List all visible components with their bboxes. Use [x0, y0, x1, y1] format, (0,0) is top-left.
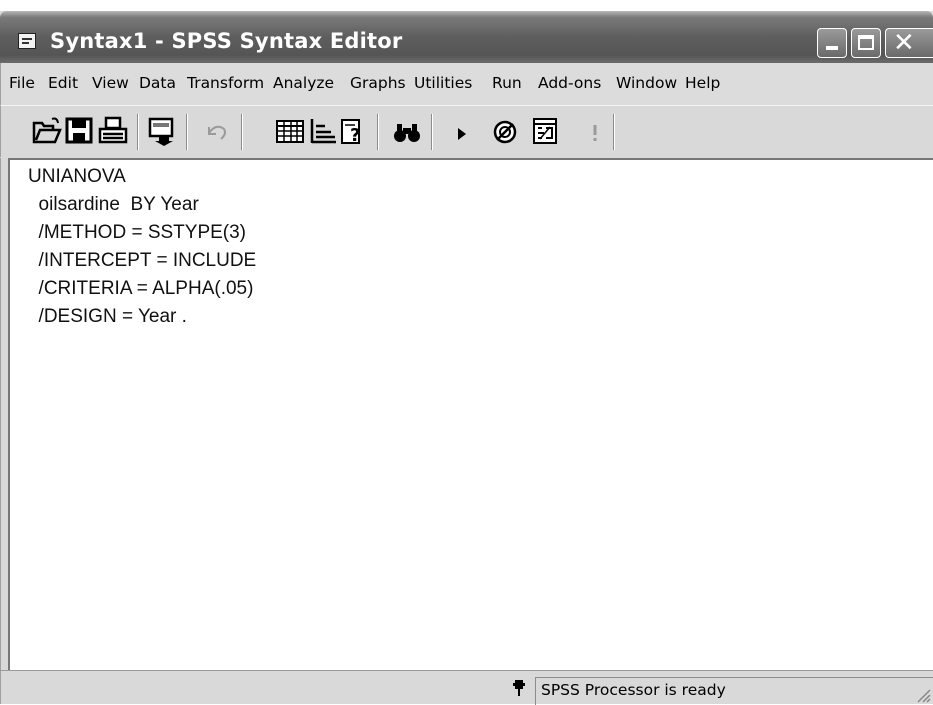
menu-help[interactable]: Help [685, 74, 720, 92]
menu-window[interactable]: Window [616, 74, 677, 92]
undo-icon [208, 125, 226, 140]
processor-status-icon [513, 680, 525, 696]
status-bar: SPSS Processor is ready [0, 670, 933, 705]
use-sets-button[interactable] [489, 115, 521, 147]
menu-run[interactable]: Run [492, 74, 522, 92]
window-title: Syntax1 - SPSS Syntax Editor [50, 29, 403, 53]
toolbar: ? [0, 105, 933, 157]
minimize-icon [826, 46, 838, 50]
print-icon [98, 116, 128, 144]
menu-edit[interactable]: Edit [48, 74, 78, 92]
syntax-editor-window: Syntax1 - SPSS Syntax Editor ✕ File Edit… [0, 0, 933, 705]
variables-button[interactable] [307, 115, 339, 147]
variables-icon [310, 119, 336, 144]
syntax-text-area[interactable]: UNIANOVA oilsardine BY Year /METHOD = SS… [8, 158, 933, 670]
find-button[interactable] [391, 115, 423, 147]
save-icon [65, 117, 93, 144]
menu-analyze[interactable]: Analyze [273, 74, 334, 92]
designate-window-icon [593, 125, 597, 141]
toolbar-separator [377, 114, 379, 150]
window-backdrop [0, 0, 933, 11]
menu-bar: File Edit View Data Transform Analyze Gr… [0, 63, 933, 105]
save-button[interactable] [64, 115, 96, 147]
syntax-dialog-icon [533, 118, 557, 144]
menu-add-ons[interactable]: Add-ons [538, 74, 601, 92]
menu-transform[interactable]: Transform [187, 74, 264, 92]
open-icon [32, 117, 62, 144]
syntax-line: /DESIGN = Year . [28, 306, 187, 327]
goto-data-button[interactable] [275, 115, 307, 147]
menu-graphs[interactable]: Graphs [350, 74, 406, 92]
run-button[interactable] [447, 115, 479, 147]
status-panel: SPSS Processor is ready [535, 677, 933, 705]
syntax-help-icon: ? [341, 119, 360, 146]
toolbar-separator [613, 114, 615, 150]
syntax-line: UNIANOVA [28, 166, 126, 187]
syntax-file-icon[interactable] [18, 33, 36, 49]
toolbar-separator [186, 114, 188, 150]
designate-window-button[interactable] [579, 115, 611, 147]
use-sets-icon [493, 120, 517, 144]
toolbar-separator [241, 114, 243, 150]
toolbar-separator [137, 114, 139, 150]
maximize-icon [858, 35, 874, 50]
title-bar[interactable]: Syntax1 - SPSS Syntax Editor ✕ [0, 11, 933, 63]
svg-text:?: ? [350, 125, 360, 146]
find-icon [394, 124, 420, 142]
resize-grip-icon[interactable] [915, 687, 931, 703]
editor-left-border [0, 158, 8, 670]
print-button[interactable] [97, 115, 129, 147]
goto-data-icon [276, 120, 304, 143]
dialog-recall-button[interactable] [147, 115, 179, 147]
menu-data[interactable]: Data [139, 74, 176, 92]
syntax-help-button[interactable]: ? [339, 115, 371, 147]
status-text: SPSS Processor is ready [541, 681, 726, 699]
syntax-line: oilsardine BY Year [28, 194, 199, 215]
undo-button[interactable] [199, 115, 231, 147]
syntax-line: /METHOD = SSTYPE(3) [28, 222, 247, 243]
syntax-line: /CRITERIA = ALPHA(.05) [28, 278, 254, 299]
toolbar-separator [431, 114, 433, 150]
menu-view[interactable]: View [92, 74, 129, 92]
open-button[interactable] [31, 115, 63, 147]
maximize-button[interactable] [851, 28, 881, 58]
syntax-line: /INTERCEPT = INCLUDE [28, 250, 257, 271]
close-icon: ✕ [893, 28, 915, 58]
dialog-recall-icon [148, 117, 174, 146]
close-button[interactable]: ✕ [885, 28, 933, 58]
syntax-dialog-button[interactable] [530, 115, 562, 147]
minimize-button[interactable] [817, 28, 847, 58]
run-icon [458, 128, 466, 140]
menu-file[interactable]: File [9, 74, 35, 92]
menu-utilities[interactable]: Utilities [414, 74, 472, 92]
